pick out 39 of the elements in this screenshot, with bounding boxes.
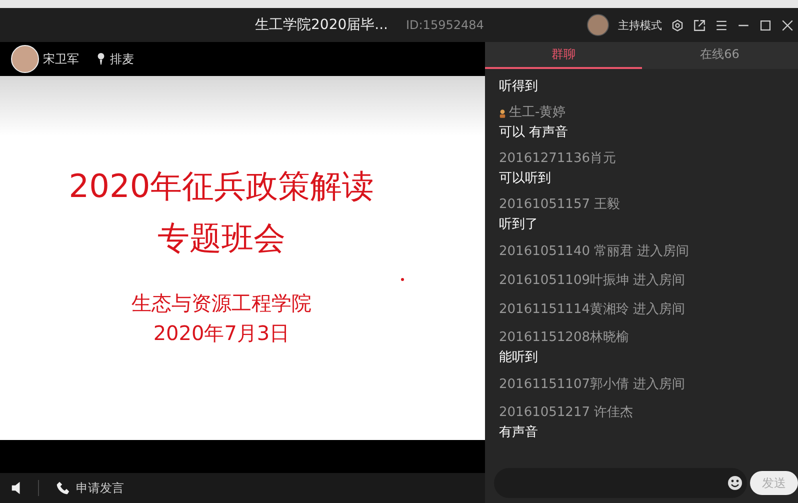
maximize-icon[interactable]: [759, 18, 772, 32]
sender-name: 20161051157 王毅: [499, 196, 620, 214]
close-icon[interactable]: [781, 18, 794, 32]
slide-subtitle: 2020年7月3日: [153, 320, 290, 347]
window-title: 生工学院2020届毕...: [255, 16, 388, 34]
message-text: 能听到: [499, 349, 539, 367]
room-id: ID:15952484: [406, 18, 484, 32]
host-name: 宋卫军: [43, 50, 79, 68]
message-text: 听得到: [499, 78, 539, 96]
chat-tab[interactable]: 在线66: [642, 42, 798, 69]
queue-button[interactable]: 排麦: [110, 50, 134, 68]
settings-icon[interactable]: [671, 18, 684, 32]
join-notice: 20161151114黄湘玲 进入房间: [499, 301, 686, 319]
slide-title: 专题班会: [158, 218, 286, 259]
join-notice: 20161051109叶振坤 进入房间: [499, 272, 686, 290]
emoji-icon[interactable]: [727, 475, 743, 491]
join-notice: 20161151107郭小倩 进入房间: [499, 376, 686, 394]
chat-tab[interactable]: 群聊: [485, 42, 642, 69]
sender-name: 20161151208林晓榆: [499, 329, 629, 347]
apply-speak-button[interactable]: 申请发言: [76, 480, 124, 496]
message-text: 听到了: [499, 216, 539, 234]
avatar-icon[interactable]: [587, 14, 609, 36]
message-text: 可以听到: [499, 170, 552, 188]
pointer-dot: [401, 278, 404, 281]
microphone-icon[interactable]: [97, 52, 105, 66]
sender-name: 生工-黄婷: [509, 104, 566, 122]
sender-name: 20161051217 许佳杰: [499, 404, 634, 422]
message-input[interactable]: [494, 468, 747, 498]
sender-name: 20161271136肖元: [499, 150, 616, 168]
menu-icon[interactable]: [715, 18, 728, 32]
phone-icon[interactable]: [56, 481, 70, 495]
slide-subtitle: 生态与资源工程学院: [132, 290, 312, 317]
message-text: 有声音: [499, 424, 539, 442]
slide-title: 2020年征兵政策解读: [68, 166, 374, 207]
share-icon[interactable]: [693, 18, 706, 32]
avatar-icon: [11, 45, 39, 73]
join-notice: 20161051140 常丽君 进入房间: [499, 243, 690, 261]
mode-label[interactable]: 主持模式: [618, 18, 662, 32]
message-text: 可以 有声音: [499, 124, 570, 142]
